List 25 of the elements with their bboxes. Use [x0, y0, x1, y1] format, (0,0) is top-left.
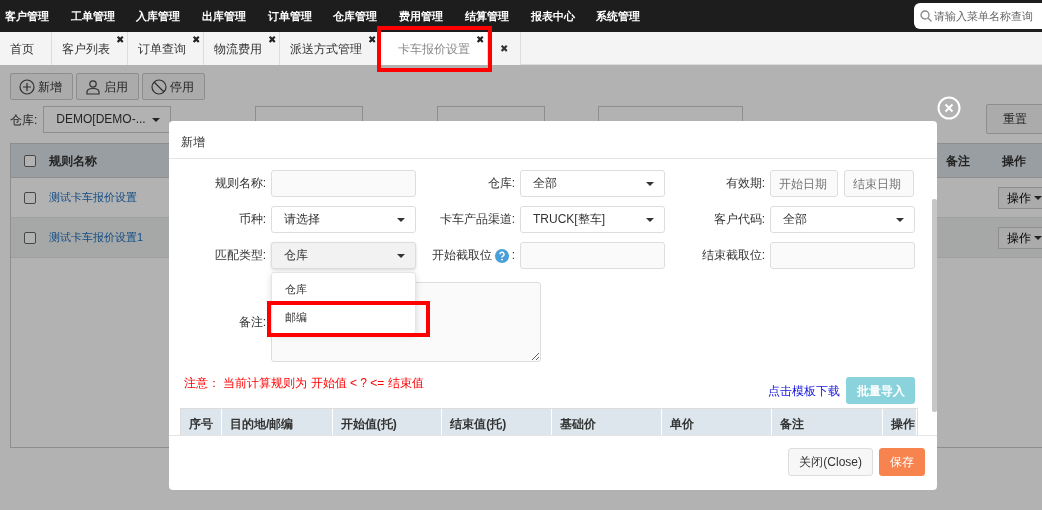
field-label: 客户代码: — [712, 211, 765, 228]
field-label: 结束截取位: — [700, 247, 765, 264]
column-header: 单价 — [661, 409, 773, 435]
column-header: 序号 — [181, 409, 222, 435]
field-label: : — [511, 247, 515, 264]
column-header: 目的地/邮编 — [222, 409, 333, 435]
field-label: 备注: — [237, 313, 266, 331]
field-label: 卡车产品渠道: — [438, 211, 515, 228]
field-label: 有效期: — [724, 175, 765, 192]
notice-text: 注意： 当前计算规则为 开始值 < ? <= 结束值 — [184, 375, 424, 392]
column-header: 备注 — [945, 152, 971, 170]
field-label: 币种: — [237, 211, 266, 228]
filter-label: 仓库: — [10, 111, 38, 129]
column-header: 备注 — [772, 409, 884, 435]
field-label: 规则名称: — [213, 175, 266, 192]
column-header: 基础价 — [552, 409, 662, 435]
column-header: 操作 — [883, 409, 918, 435]
column-header: 结束值(托) — [442, 409, 552, 435]
column-header: 操作 — [1001, 152, 1027, 170]
field-label: 匹配类型: — [213, 247, 266, 264]
dialog-title: 新增 — [169, 121, 937, 159]
column-header: 规则名称 — [49, 152, 98, 170]
field-label: 开始截取位 — [431, 247, 492, 264]
column-header: 开始值(托) — [332, 409, 443, 435]
field-label: 仓库: — [486, 175, 515, 192]
